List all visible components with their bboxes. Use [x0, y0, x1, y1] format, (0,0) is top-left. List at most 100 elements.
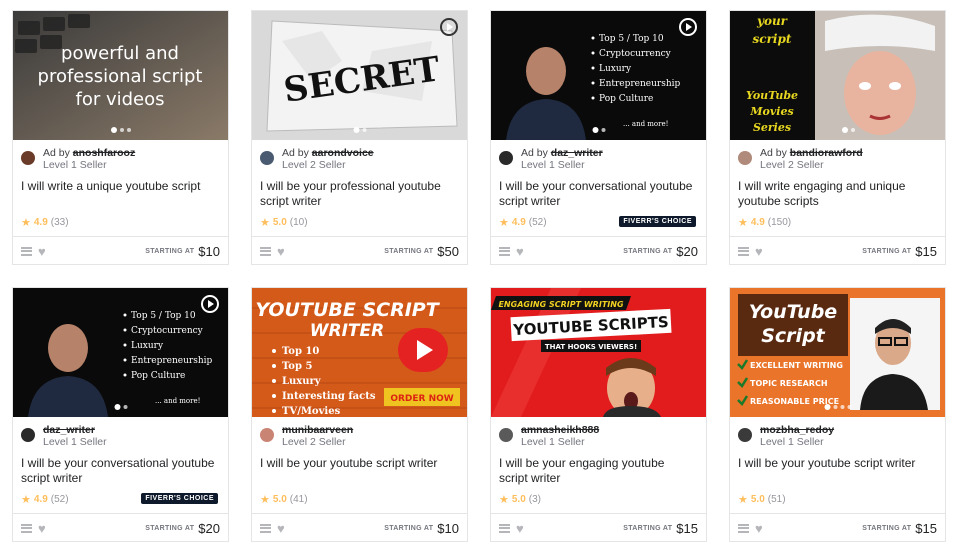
seller-name[interactable]: aarondvoice [312, 147, 374, 159]
carousel-dots[interactable] [353, 127, 366, 133]
gig-title[interactable]: I will be your youtube script writer [738, 456, 935, 471]
gig-card[interactable]: SECRET Ad by aarondvoice Level 2 Seller … [251, 10, 468, 265]
gig-thumbnail[interactable]: your script YouTube Movies Series [730, 11, 945, 140]
seller-level: Level 1 Seller [521, 159, 585, 171]
gig-card[interactable]: powerful and professional script for vid… [12, 10, 229, 265]
svg-text:ENGAGING SCRIPT WRITING: ENGAGING SCRIPT WRITING [498, 300, 623, 309]
play-icon[interactable] [679, 18, 697, 36]
heart-icon[interactable]: ♥ [277, 522, 285, 535]
price[interactable]: STARTING AT $10 [384, 521, 459, 536]
gig-title[interactable]: I will be your engaging youtube script w… [499, 456, 696, 486]
avatar[interactable] [499, 151, 513, 165]
star-icon: ★ [21, 217, 31, 229]
gig-card[interactable]: Top 5 / Top 10 Cryptocurrency Luxury Ent… [12, 287, 229, 542]
menu-icon[interactable] [260, 246, 271, 256]
gig-title[interactable]: I will be your professional youtube scri… [260, 179, 457, 209]
gig-card[interactable]: YouTube Script EXCELLENT WRITING TOPIC R… [729, 287, 946, 542]
svg-text:Top 5: Top 5 [282, 361, 312, 372]
card-footer: ♥ STARTING AT $50 [252, 236, 467, 265]
gig-card[interactable]: Top 5 / Top 10 Cryptocurrency Luxury Ent… [490, 10, 707, 265]
rating: ★ 4.9 (52) [499, 217, 547, 229]
star-icon: ★ [21, 494, 31, 506]
heart-icon[interactable]: ♥ [755, 245, 763, 258]
gig-thumbnail[interactable]: powerful and professional script for vid… [13, 11, 228, 140]
menu-icon[interactable] [499, 246, 510, 256]
play-icon[interactable] [440, 18, 458, 36]
gig-title[interactable]: I will write a unique youtube script [21, 179, 218, 194]
seller-level: Level 2 Seller [282, 159, 346, 171]
seller-name[interactable]: amnasheikh888 [521, 424, 599, 436]
avatar[interactable] [21, 151, 35, 165]
gig-thumbnail[interactable]: SECRET [252, 11, 467, 140]
avatar[interactable] [260, 151, 274, 165]
svg-text:Cryptocurrency: Cryptocurrency [131, 326, 204, 336]
gig-thumbnail[interactable]: Top 5 / Top 10 Cryptocurrency Luxury Ent… [491, 11, 706, 140]
play-icon[interactable] [201, 295, 219, 313]
price[interactable]: STARTING AT $10 [145, 244, 220, 259]
avatar[interactable] [499, 428, 513, 442]
fiverrs-choice-badge: FIVERR'S CHOICE [141, 493, 218, 504]
gig-title[interactable]: I will be your youtube script writer [260, 456, 457, 471]
avatar[interactable] [738, 428, 752, 442]
menu-icon[interactable] [21, 523, 32, 533]
seller-name[interactable]: daz_writer [551, 147, 603, 159]
gig-thumbnail[interactable]: YouTube Script EXCELLENT WRITING TOPIC R… [730, 288, 945, 417]
gig-thumbnail[interactable]: Top 5 / Top 10 Cryptocurrency Luxury Ent… [13, 288, 228, 417]
carousel-dots[interactable] [824, 404, 851, 410]
price[interactable]: STARTING AT $20 [145, 521, 220, 536]
card-footer: ♥ STARTING AT $20 [13, 513, 228, 542]
seller-info: amnasheikh888 Level 1 Seller [499, 424, 599, 448]
svg-text:YOUTUBE SCRIPT: YOUTUBE SCRIPT [255, 299, 440, 321]
ad-label: Ad by [43, 147, 70, 159]
avatar[interactable] [260, 428, 274, 442]
heart-icon[interactable]: ♥ [755, 522, 763, 535]
seller-info: Ad by anoshfarooz Level 1 Seller [21, 147, 135, 171]
svg-text:Pop Culture: Pop Culture [599, 94, 653, 104]
gig-title[interactable]: I will be your conversational youtube sc… [499, 179, 696, 209]
price[interactable]: STARTING AT $50 [384, 244, 459, 259]
price[interactable]: STARTING AT $15 [862, 244, 937, 259]
menu-icon[interactable] [738, 523, 749, 533]
rating: ★ 5.0 (51) [738, 494, 786, 506]
star-icon: ★ [738, 217, 748, 229]
thumb-caption: powerful and [61, 43, 179, 64]
svg-text:... and more!: ... and more! [155, 397, 200, 405]
seller-name[interactable]: mozbha_redoy [760, 424, 834, 436]
svg-text:Cryptocurrency: Cryptocurrency [599, 49, 672, 59]
price[interactable]: STARTING AT $20 [623, 244, 698, 259]
price[interactable]: STARTING AT $15 [623, 521, 698, 536]
avatar[interactable] [21, 428, 35, 442]
heart-icon[interactable]: ♥ [38, 522, 46, 535]
menu-icon[interactable] [738, 246, 749, 256]
menu-icon[interactable] [499, 523, 510, 533]
heart-icon[interactable]: ♥ [516, 522, 524, 535]
heart-icon[interactable]: ♥ [277, 245, 285, 258]
gig-card[interactable]: YOUTUBE SCRIPT WRITER Top 10 Top 5 Luxur… [251, 287, 468, 542]
svg-text:ORDER NOW: ORDER NOW [390, 394, 453, 404]
svg-text:Series: Series [753, 121, 791, 134]
seller-name[interactable]: anoshfarooz [73, 147, 135, 159]
gig-card[interactable]: ENGAGING SCRIPT WRITING YOUTUBE SCRIPTS … [490, 287, 707, 542]
card-footer: ♥ STARTING AT $10 [13, 236, 228, 265]
carousel-dots[interactable] [592, 127, 605, 133]
svg-text:Entrepreneurship: Entrepreneurship [599, 79, 681, 89]
ad-label: Ad by [282, 147, 309, 159]
avatar[interactable] [738, 151, 752, 165]
carousel-dots[interactable] [110, 127, 131, 133]
heart-icon[interactable]: ♥ [516, 245, 524, 258]
gig-title[interactable]: I will be your conversational youtube sc… [21, 456, 218, 486]
gig-card[interactable]: your script YouTube Movies Series Ad by … [729, 10, 946, 265]
menu-icon[interactable] [260, 523, 271, 533]
seller-name[interactable]: daz_writer [43, 424, 95, 436]
price[interactable]: STARTING AT $15 [862, 521, 937, 536]
heart-icon[interactable]: ♥ [38, 245, 46, 258]
carousel-dots[interactable] [842, 127, 855, 133]
menu-icon[interactable] [21, 246, 32, 256]
seller-name[interactable]: bandiorawford [790, 147, 863, 159]
gig-title[interactable]: I will write engaging and unique youtube… [738, 179, 935, 209]
seller-name[interactable]: munibaarveen [282, 424, 353, 436]
carousel-dots[interactable] [114, 404, 127, 410]
gig-thumbnail[interactable]: YOUTUBE SCRIPT WRITER Top 10 Top 5 Luxur… [252, 288, 467, 417]
seller-level: Level 1 Seller [760, 436, 824, 448]
gig-thumbnail[interactable]: ENGAGING SCRIPT WRITING YOUTUBE SCRIPTS … [491, 288, 706, 417]
